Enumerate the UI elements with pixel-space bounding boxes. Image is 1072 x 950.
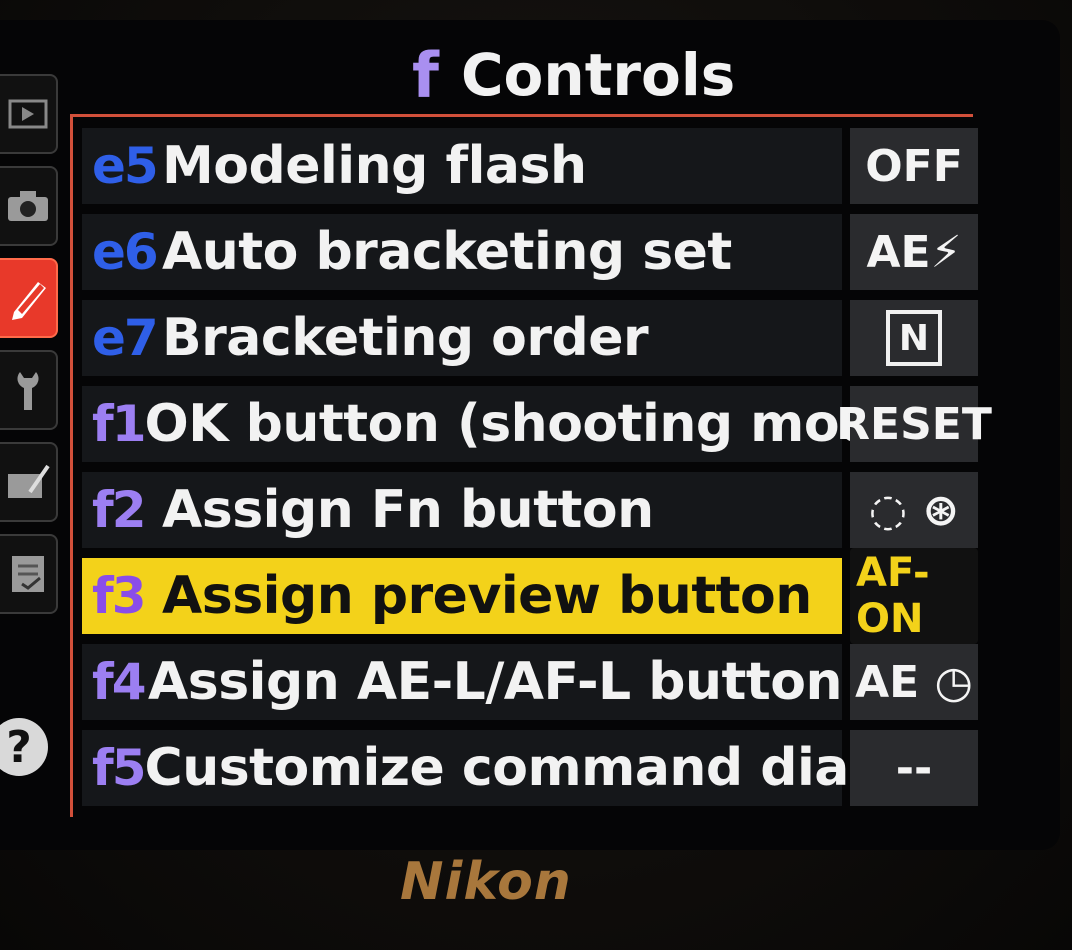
menu-item-e5[interactable]: e5 Modeling flash OFF: [82, 126, 980, 206]
menu-item-value: ◌ ⊛: [850, 472, 978, 548]
menu-item-code: f5: [92, 739, 147, 797]
menu-item-code: f3: [92, 567, 147, 625]
pencil-icon: [12, 282, 46, 320]
menu-item-value: --: [850, 730, 978, 806]
menu-item-value: N: [850, 300, 978, 376]
menu-item-label: OK button (shooting mode): [144, 394, 935, 454]
menu-item-label: Customize command dials: [144, 738, 898, 798]
menu-item-f3[interactable]: f3 Assign preview button AF-ON: [82, 548, 980, 644]
menu-item-label: Assign preview button: [162, 566, 812, 626]
menu-item-value: AE ◷: [850, 644, 978, 720]
menu-item-label: Auto bracketing set: [162, 222, 732, 282]
menu-item-value: AF-ON: [850, 548, 978, 644]
controls-menu-icon: f: [412, 38, 439, 112]
my-menu-icon: [12, 556, 44, 592]
menu-item-main: f2 Assign Fn button: [82, 472, 842, 548]
tab-playback[interactable]: [0, 74, 58, 154]
menu-item-value: AE⚡: [850, 214, 978, 290]
menu-item-main: f4 Assign AE-L/AF-L button: [82, 644, 842, 720]
menu-item-label: Assign AE-L/AF-L button: [148, 652, 842, 712]
normal-order-icon: N: [886, 310, 942, 366]
menu-item-code: f4: [92, 653, 147, 711]
menu-item-code: e5: [92, 137, 159, 195]
camera-icon: [8, 191, 48, 221]
menu-item-value: OFF: [850, 128, 978, 204]
menu-item-f5[interactable]: f5 Customize command dials --: [82, 728, 980, 808]
playback-menu-icon: [8, 99, 48, 129]
menu-item-value: RESET: [836, 386, 992, 462]
tab-shooting[interactable]: [0, 166, 58, 246]
menu-item-main: f1 OK button (shooting mode): [82, 386, 934, 462]
menu-item-code: f1: [92, 395, 147, 453]
wrench-icon: [17, 372, 39, 410]
tab-retouch[interactable]: [0, 442, 58, 522]
menu-item-main: f3 Assign preview button: [82, 558, 842, 634]
menu-item-code: f2: [92, 481, 147, 539]
retouch-icon: [8, 464, 50, 498]
menu-item-f4[interactable]: f4 Assign AE-L/AF-L button AE ◷: [82, 642, 980, 722]
tab-my-menu[interactable]: [0, 534, 58, 614]
menu-item-e6[interactable]: e6 Auto bracketing set AE⚡: [82, 212, 980, 292]
menu-item-f2[interactable]: f2 Assign Fn button ◌ ⊛: [82, 470, 980, 550]
menu-item-code: e7: [92, 309, 159, 367]
menu-title: f Controls: [412, 38, 736, 112]
menu-item-f1[interactable]: f1 OK button (shooting mode) RESET: [82, 384, 992, 464]
af-on-badge: AF-ON: [850, 548, 978, 644]
tab-setup[interactable]: [0, 350, 58, 430]
menu-item-e7[interactable]: e7 Bracketing order N: [82, 298, 980, 378]
menu-item-main: e6 Auto bracketing set: [82, 214, 842, 290]
menu-item-label: Assign Fn button: [162, 480, 654, 540]
menu-item-main: e5 Modeling flash: [82, 128, 842, 204]
menu-item-code: e6: [92, 223, 159, 281]
menu-item-label: Bracketing order: [162, 308, 649, 368]
tab-custom-settings[interactable]: [0, 258, 58, 338]
brand-logo: Nikon: [400, 852, 572, 912]
menu-item-main: f5 Customize command dials: [82, 730, 897, 806]
menu-item-main: e7 Bracketing order: [82, 300, 842, 376]
menu-item-label: Modeling flash: [162, 136, 587, 196]
menu-title-text: Controls: [460, 41, 736, 109]
